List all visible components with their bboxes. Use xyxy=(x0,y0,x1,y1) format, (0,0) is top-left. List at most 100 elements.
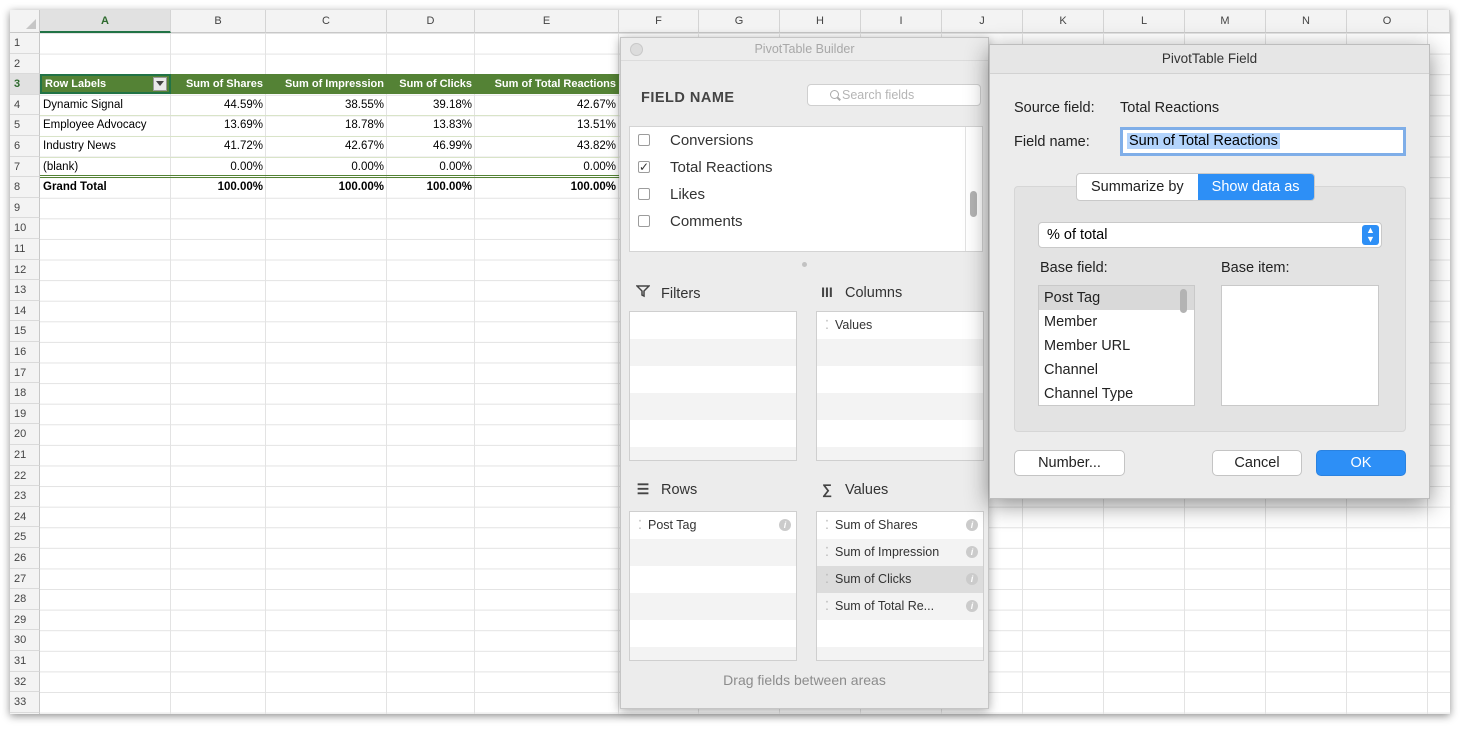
pivot-value-cell[interactable]: 0.00% xyxy=(387,157,475,177)
row-header[interactable]: 22 xyxy=(10,465,40,487)
pivot-row-label[interactable]: (blank) xyxy=(40,157,171,177)
pivot-value-cell[interactable]: 42.67% xyxy=(475,95,619,115)
select-all-corner[interactable] xyxy=(10,10,40,33)
pivot-header-cell[interactable]: Sum of Shares xyxy=(171,74,266,95)
tab-show-data-as[interactable]: Show data as xyxy=(1197,174,1314,200)
field-item[interactable]: ✓ Total Reactions xyxy=(630,154,982,181)
base-field-item[interactable]: Member xyxy=(1039,310,1194,334)
column-header-m[interactable]: M xyxy=(1185,10,1266,33)
close-window-button[interactable] xyxy=(630,43,643,56)
pivot-value-cell[interactable]: 0.00% xyxy=(475,157,619,177)
field-checkbox[interactable] xyxy=(638,215,650,227)
row-header[interactable]: 9 xyxy=(10,197,40,219)
row-header[interactable]: 13 xyxy=(10,280,40,301)
row-header[interactable]: 17 xyxy=(10,362,40,384)
field-checkbox[interactable] xyxy=(638,134,650,146)
resize-handle[interactable] xyxy=(802,262,807,267)
row-header[interactable]: 12 xyxy=(10,259,40,281)
info-icon[interactable]: i xyxy=(966,573,978,585)
pivot-value-cell[interactable]: 0.00% xyxy=(171,157,266,177)
row-header[interactable]: 23 xyxy=(10,486,40,507)
row-header[interactable]: 1 xyxy=(10,33,40,54)
dialog-title[interactable]: PivotTable Field xyxy=(990,45,1429,74)
pivot-value-cell[interactable]: 39.18% xyxy=(387,95,475,115)
column-header-l[interactable]: L xyxy=(1104,10,1185,33)
row-header[interactable]: 21 xyxy=(10,445,40,466)
values-item[interactable]: ⁚ Sum of Total Re... i xyxy=(817,593,983,620)
row-header[interactable]: 29 xyxy=(10,609,40,631)
info-icon[interactable]: i xyxy=(966,519,978,531)
pivot-row-label[interactable]: Industry News xyxy=(40,136,171,156)
row-header[interactable]: 15 xyxy=(10,321,40,342)
column-header-e[interactable]: E xyxy=(475,10,619,33)
pivot-row-label[interactable]: Dynamic Signal xyxy=(40,95,171,115)
column-header-h[interactable]: H xyxy=(780,10,861,33)
pivot-value-cell[interactable]: 0.00% xyxy=(266,157,387,177)
row-header[interactable]: 31 xyxy=(10,651,40,672)
base-field-item[interactable]: Channel Type xyxy=(1039,382,1194,405)
base-field-list[interactable]: Post Tag Member Member URL Channel Chann… xyxy=(1038,285,1195,406)
row-header[interactable]: 18 xyxy=(10,383,40,404)
row-header[interactable]: 19 xyxy=(10,403,40,425)
row-header[interactable]: 8 xyxy=(10,177,40,198)
info-icon[interactable]: i xyxy=(966,600,978,612)
field-item[interactable]: Conversions xyxy=(630,127,982,154)
info-icon[interactable]: i xyxy=(966,546,978,558)
grand-total-cell[interactable]: 100.00% xyxy=(387,177,475,197)
row-header[interactable]: 24 xyxy=(10,506,40,528)
values-drop-zone[interactable]: ⁚ Sum of Shares i ⁚ Sum of Impression i ⁚ Sum… xyxy=(816,511,984,661)
field-name-input[interactable]: Sum of Total Reactions xyxy=(1120,127,1406,156)
pivot-value-cell[interactable]: 41.72% xyxy=(171,136,266,156)
pivot-value-cell[interactable]: 13.69% xyxy=(171,115,266,135)
mode-segmented-control[interactable]: Summarize by Show data as xyxy=(1076,173,1315,201)
row-header[interactable]: 14 xyxy=(10,300,40,322)
column-header-c[interactable]: C xyxy=(266,10,387,33)
base-field-item[interactable]: Channel xyxy=(1039,358,1194,382)
tab-summarize-by[interactable]: Summarize by xyxy=(1077,174,1198,200)
pivot-value-cell[interactable]: 13.51% xyxy=(475,115,619,135)
pivot-header-cell[interactable]: Row Labels xyxy=(40,74,171,95)
row-header[interactable]: 34 xyxy=(10,712,40,714)
field-checkbox-checked[interactable]: ✓ xyxy=(638,161,650,173)
column-header-f[interactable]: F xyxy=(619,10,699,33)
column-header-n[interactable]: N xyxy=(1266,10,1347,33)
row-header[interactable]: 11 xyxy=(10,239,40,260)
columns-item[interactable]: ⁚ Values xyxy=(817,312,983,339)
base-field-scrollbar[interactable] xyxy=(1180,289,1187,313)
columns-drop-zone[interactable]: ⁚ Values xyxy=(816,311,984,461)
pivot-value-cell[interactable]: 13.83% xyxy=(387,115,475,135)
grand-total-cell[interactable]: 100.00% xyxy=(266,177,387,197)
pivot-value-cell[interactable]: 46.99% xyxy=(387,136,475,156)
filters-drop-zone[interactable] xyxy=(629,311,797,461)
pivot-value-cell[interactable]: 38.55% xyxy=(266,95,387,115)
values-item[interactable]: ⁚ Sum of Shares i xyxy=(817,512,983,539)
column-header-g[interactable]: G xyxy=(699,10,780,33)
number-format-button[interactable]: Number... xyxy=(1014,450,1125,476)
row-header[interactable]: 25 xyxy=(10,527,40,548)
pivot-header-cell[interactable]: Sum of Total Reactions xyxy=(475,74,619,95)
row-header[interactable]: 7 xyxy=(10,156,40,178)
ok-button[interactable]: OK xyxy=(1316,450,1406,476)
rows-item[interactable]: ⁚ Post Tag i xyxy=(630,512,796,539)
row-header[interactable]: 30 xyxy=(10,630,40,651)
row-header[interactable]: 6 xyxy=(10,136,40,157)
field-checkbox[interactable] xyxy=(638,188,650,200)
grand-total-cell[interactable]: 100.00% xyxy=(171,177,266,197)
column-header-b[interactable]: B xyxy=(171,10,266,33)
field-item[interactable]: Likes xyxy=(630,181,982,208)
base-field-item[interactable]: Member URL xyxy=(1039,334,1194,358)
row-header[interactable]: 5 xyxy=(10,115,40,136)
cancel-button[interactable]: Cancel xyxy=(1212,450,1302,476)
row-header[interactable]: 4 xyxy=(10,94,40,116)
row-header[interactable]: 33 xyxy=(10,692,40,713)
row-header[interactable]: 10 xyxy=(10,218,40,239)
pivot-value-cell[interactable]: 44.59% xyxy=(171,95,266,115)
pivot-value-cell[interactable]: 18.78% xyxy=(266,115,387,135)
pivot-header-cell[interactable]: Sum of Impression xyxy=(266,74,387,95)
row-header[interactable]: 2 xyxy=(10,53,40,75)
row-header[interactable]: 20 xyxy=(10,424,40,445)
column-header-j[interactable]: J xyxy=(942,10,1023,33)
grand-total-cell[interactable]: 100.00% xyxy=(475,177,619,197)
column-header-d[interactable]: D xyxy=(387,10,475,33)
field-item[interactable]: Comments xyxy=(630,208,982,235)
